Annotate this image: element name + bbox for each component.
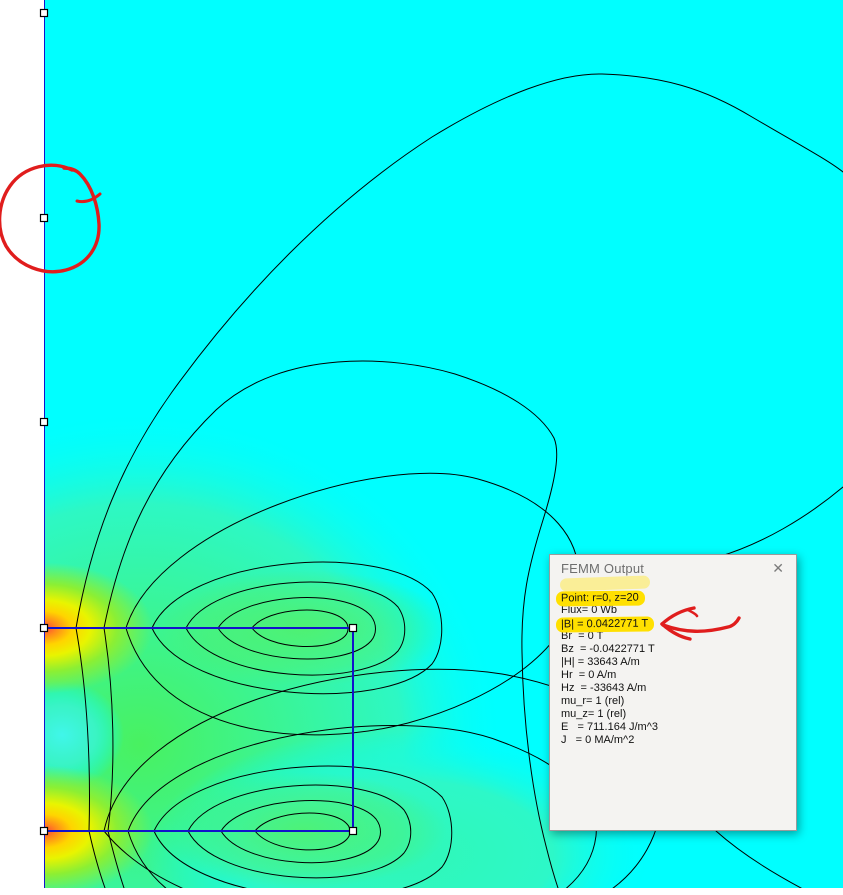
output-line: Hz = -33643 A/m bbox=[561, 682, 647, 694]
output-line: |B| = 0.0422771 T bbox=[555, 616, 790, 633]
node-marker[interactable] bbox=[39, 8, 49, 18]
output-lines: Point: r=0, z=20 Flux= 0 Wb |B| = 0.042277… bbox=[555, 590, 790, 747]
output-line: |H| = 33643 A/m bbox=[561, 656, 640, 668]
window-title: FEMM Output bbox=[561, 560, 645, 576]
output-line: Bz = -0.0422771 T bbox=[561, 643, 655, 655]
output-line: J = 0 MA/m^2 bbox=[561, 734, 635, 746]
node-marker[interactable] bbox=[348, 623, 358, 633]
output-line: mu_r= 1 (rel) bbox=[561, 695, 625, 707]
node-marker[interactable] bbox=[39, 213, 49, 223]
node-marker[interactable] bbox=[39, 826, 49, 836]
output-line: Hr = 0 A/m bbox=[561, 669, 617, 681]
node-marker[interactable] bbox=[39, 623, 49, 633]
femm-output-window: FEMM Output ✕ Point: r=0, z=20 Flux= 0 Wb… bbox=[549, 554, 797, 831]
output-line: mu_z= 1 (rel) bbox=[561, 708, 627, 720]
highlighter-smear bbox=[559, 575, 651, 592]
output-line: E = 711.164 J/m^3 bbox=[561, 721, 658, 733]
output-line: Point: r=0, z=20 bbox=[555, 590, 790, 607]
node-marker[interactable] bbox=[348, 826, 358, 836]
node-marker[interactable] bbox=[39, 417, 49, 427]
close-icon[interactable]: ✕ bbox=[769, 559, 787, 577]
